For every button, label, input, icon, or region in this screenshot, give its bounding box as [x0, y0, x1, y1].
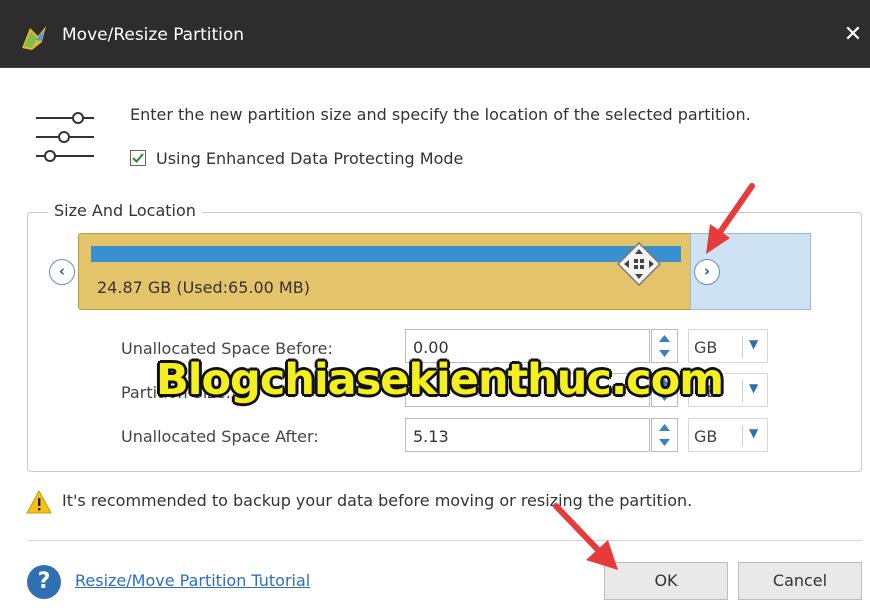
- move-handle-icon[interactable]: [617, 242, 661, 286]
- sliders-icon: [36, 112, 94, 162]
- cancel-button[interactable]: Cancel: [738, 562, 862, 600]
- size-location-title: Size And Location: [48, 201, 202, 220]
- unallocated-after-input[interactable]: 5.13: [405, 418, 650, 452]
- instructions-text: Enter the new partition size and specify…: [130, 105, 751, 124]
- warning-icon: [26, 490, 52, 514]
- enhanced-mode-checkbox[interactable]: [130, 150, 146, 166]
- chevron-down-icon: ▼: [749, 426, 759, 440]
- help-icon[interactable]: ?: [27, 565, 61, 599]
- chevron-down-icon: ▼: [749, 337, 759, 351]
- footer-divider: [27, 540, 862, 541]
- window-title: Move/Resize Partition: [62, 25, 245, 45]
- partition-block[interactable]: 24.87 GB (Used:65.00 MB): [78, 233, 693, 310]
- enhanced-mode-label: Using Enhanced Data Protecting Mode: [156, 148, 464, 168]
- tutorial-link[interactable]: Resize/Move Partition Tutorial: [75, 571, 310, 590]
- unit-divider: [742, 425, 743, 447]
- title-bar: Move/Resize Partition ✕: [0, 0, 870, 68]
- app-icon: [22, 26, 46, 50]
- unit-divider: [742, 336, 743, 358]
- unallocated-after-spinner[interactable]: [651, 418, 678, 452]
- annotation-arrow-icon: [553, 503, 618, 570]
- unallocated-after-unit-select[interactable]: GB ▼: [688, 418, 768, 452]
- chevron-down-icon: ▼: [749, 381, 759, 395]
- checkmark-icon: [132, 153, 144, 163]
- unit-divider: [742, 380, 743, 402]
- unallocated-after-label: Unallocated Space After:: [121, 427, 319, 446]
- annotation-arrow-icon: [706, 183, 755, 254]
- partition-size-label: 24.87 GB (Used:65.00 MB): [97, 278, 310, 297]
- close-button[interactable]: ✕: [836, 18, 870, 52]
- move-right-button[interactable]: ›: [694, 259, 720, 285]
- watermark-text: Blogchiasekienthuc.com: [156, 355, 724, 405]
- used-space-bar: [91, 246, 681, 262]
- unit-label: GB: [694, 427, 718, 446]
- enhanced-mode-row[interactable]: Using Enhanced Data Protecting Mode: [130, 147, 463, 169]
- move-left-button[interactable]: ‹: [49, 259, 75, 285]
